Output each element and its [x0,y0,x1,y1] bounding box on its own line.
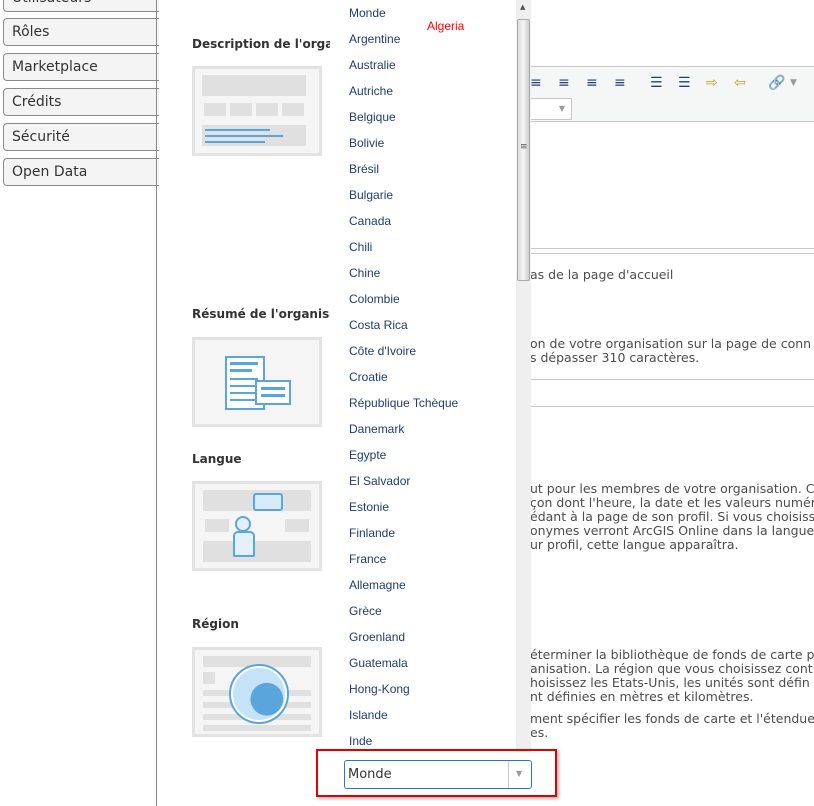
align-left-icon[interactable]: ≡ [530,75,542,91]
outdent-icon[interactable]: ⇦ [734,75,746,91]
link-icon[interactable]: 🔗 [768,75,785,91]
region-option[interactable]: Belgique [349,110,396,124]
region-option[interactable]: Monde [349,6,386,20]
region-option[interactable]: Danemark [349,422,404,436]
region-option[interactable]: Costa Rica [349,318,408,332]
section-heading-region: Région [192,617,239,631]
summary-text-line: as de la page d'accueil [530,267,674,282]
font-size-select[interactable]: ▼ [530,98,572,120]
region-option[interactable]: Autriche [349,84,393,98]
region-option[interactable]: Groenland [349,630,405,644]
region-option[interactable]: Brésil [349,162,379,176]
section-heading-description: Description de l'organis [192,37,354,51]
region-text-line: es. [530,725,549,740]
region-option[interactable]: Guatemala [349,656,408,670]
chevron-down-icon[interactable]: ▼ [790,78,797,88]
region-option[interactable]: Egypte [349,448,386,462]
region-text-line: ment spécifier les fonds de carte et l'é… [530,711,814,726]
section-heading-summary: Résumé de l'organisati [192,307,348,321]
region-option[interactable]: Hong-Kong [349,682,410,696]
region-text-line: nt définies en mètres et kilomètres. [530,689,754,704]
language-text-line: ur profil, cette langue apparaîtra. [530,537,739,552]
region-option[interactable]: Allemagne [349,578,406,592]
divider [530,248,814,249]
region-option[interactable]: Chine [349,266,380,280]
sidebar-item-open-data[interactable]: Open Data [3,158,159,186]
divider [530,379,814,380]
chevron-down-icon: ▼ [516,769,523,778]
region-option[interactable]: Côte d'Ivoire [349,344,416,358]
region-option[interactable]: République Tchèque [349,396,458,410]
region-option[interactable]: Australie [349,58,396,72]
region-options-list: Monde Argentine Australie Autriche Belgique B… [330,0,530,752]
region-option[interactable]: Bolivie [349,136,384,150]
region-option[interactable]: Argentine [349,32,400,46]
region-option[interactable]: France [349,552,386,566]
scroll-up-icon[interactable]: ▲ [520,3,525,11]
region-option[interactable]: El Salvador [349,474,410,488]
align-right-icon[interactable]: ≡ [586,75,598,91]
language-text-line: onymes verront ArcGIS Online dans la lan… [530,523,814,538]
language-text-line: ut pour les membres de votre organisatio… [530,481,814,496]
region-option[interactable]: Bulgarie [349,188,393,202]
tooltip: Algeria [427,19,465,33]
region-option[interactable]: Islande [349,708,388,722]
region-option[interactable]: Finlande [349,526,395,540]
region-illustration [192,647,322,737]
sidebar-item-users[interactable]: Utilisateurs [3,0,159,12]
grip-icon: ≡ [520,142,528,152]
language-text-line: çon dont l'heure, la date et les valeurs… [530,495,814,510]
chevron-down-icon: ▼ [558,104,565,113]
language-illustration [192,481,322,571]
region-select[interactable]: Monde ▼ [344,760,532,789]
scrollbar-thumb[interactable]: ≡ [517,19,530,281]
description-illustration [192,66,322,156]
region-option[interactable]: Colombie [349,292,400,306]
divider [530,253,814,254]
editor-toolbar: ≡ ≡ ≡ ≡ ☰ ☰ ⇨ ⇦ 🔗 ▼ ▼ [530,66,814,122]
region-text-line: anisation. La région que vous choisissez… [530,661,813,676]
summary-text-line: s dépasser 310 caractères. [530,350,700,365]
align-center-icon[interactable]: ≡ [558,75,570,91]
sidebar-item-roles[interactable]: Rôles [3,18,159,46]
region-option[interactable]: Chili [349,240,372,254]
bullet-list-icon[interactable]: ☰ [678,75,691,91]
region-option[interactable]: Croatie [349,370,388,384]
summary-text-line: on de votre organisation sur la page de … [530,336,812,351]
list-scrollbar[interactable]: ▲ ≡ [516,0,531,752]
region-option[interactable]: Estonie [349,500,389,514]
divider [530,406,814,407]
indent-icon[interactable]: ⇨ [706,75,718,91]
summary-illustration [192,337,322,427]
language-text-line: édant à la page de son profil. Si vous c… [530,509,814,524]
region-option[interactable]: Grèce [349,604,382,618]
sidebar-item-credits[interactable]: Crédits [3,88,159,116]
sidebar-item-marketplace[interactable]: Marketplace [3,53,159,81]
region-text-line: hoisissez les Etats-Unis, les unités son… [530,675,810,690]
dropdown-toggle[interactable]: ▼ [508,761,531,788]
numbered-list-icon[interactable]: ☰ [650,75,663,91]
region-text-line: éterminer la bibliothèque de fonds de ca… [530,647,814,662]
section-heading-language: Langue [192,452,242,466]
divider [156,0,157,806]
region-select-value: Monde [348,767,392,782]
region-option[interactable]: Inde [349,734,372,748]
region-option[interactable]: Canada [349,214,391,228]
justify-icon[interactable]: ≡ [614,75,626,91]
sidebar-item-security[interactable]: Sécurité [3,123,159,151]
